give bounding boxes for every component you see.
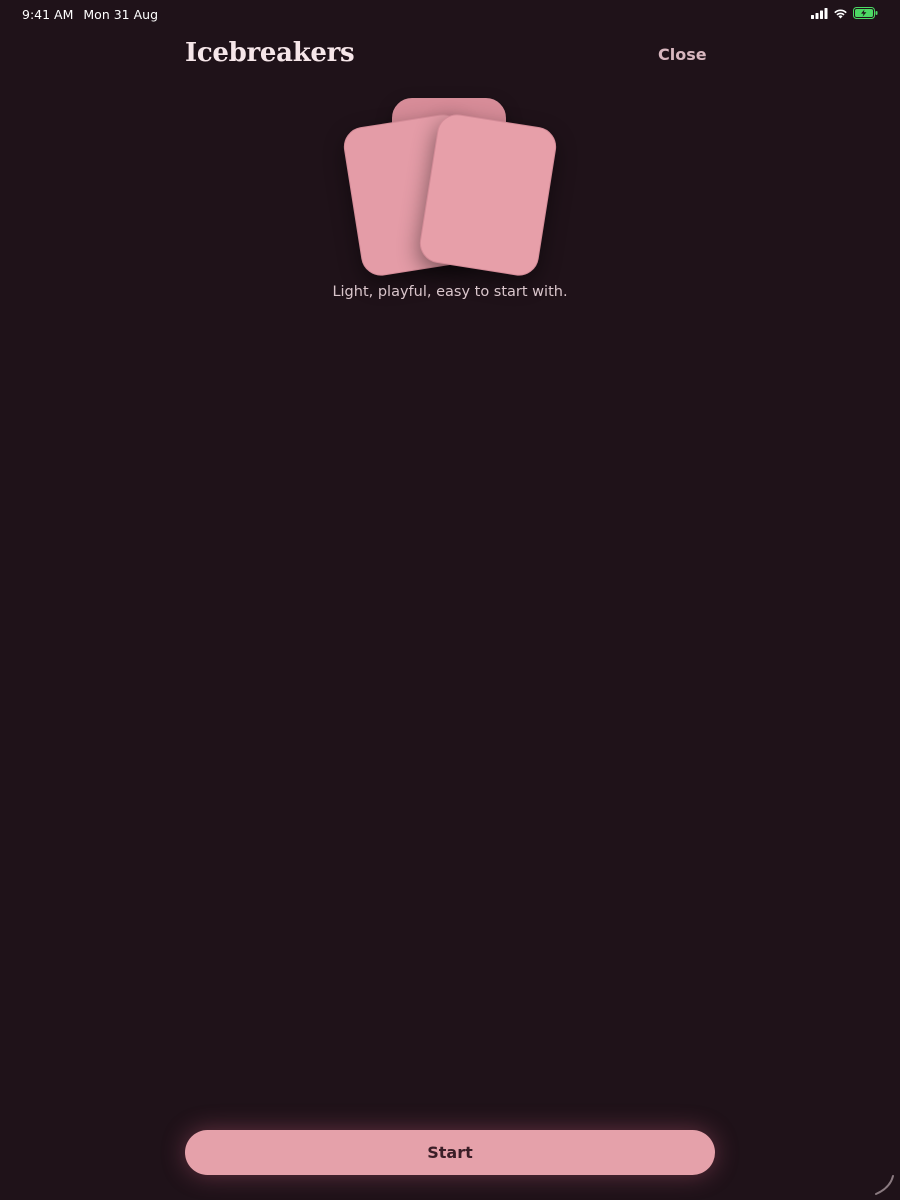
battery-charging-icon: [853, 7, 878, 22]
signal-icon: [811, 7, 828, 22]
status-right: [811, 7, 878, 22]
close-button[interactable]: Close: [658, 45, 707, 64]
card-right: [417, 111, 559, 279]
wifi-icon: [833, 7, 848, 22]
status-date: Mon 31 Aug: [83, 7, 159, 22]
status-time: 9:41 AM: [22, 7, 74, 22]
corner-arc-icon: [874, 1174, 896, 1196]
icebreakers-screen: 9:41 AM Mon 31 Aug Icebreakers Close Lig…: [0, 0, 900, 1200]
start-button[interactable]: Start: [185, 1130, 715, 1175]
deck-description: Light, playful, easy to start with.: [332, 284, 568, 300]
cards-stack-icon: [330, 90, 570, 290]
status-bar: 9:41 AM Mon 31 Aug: [0, 0, 900, 28]
page-title: Icebreakers: [185, 38, 355, 68]
status-left: 9:41 AM Mon 31 Aug: [22, 7, 158, 22]
start-button-label: Start: [427, 1143, 473, 1162]
